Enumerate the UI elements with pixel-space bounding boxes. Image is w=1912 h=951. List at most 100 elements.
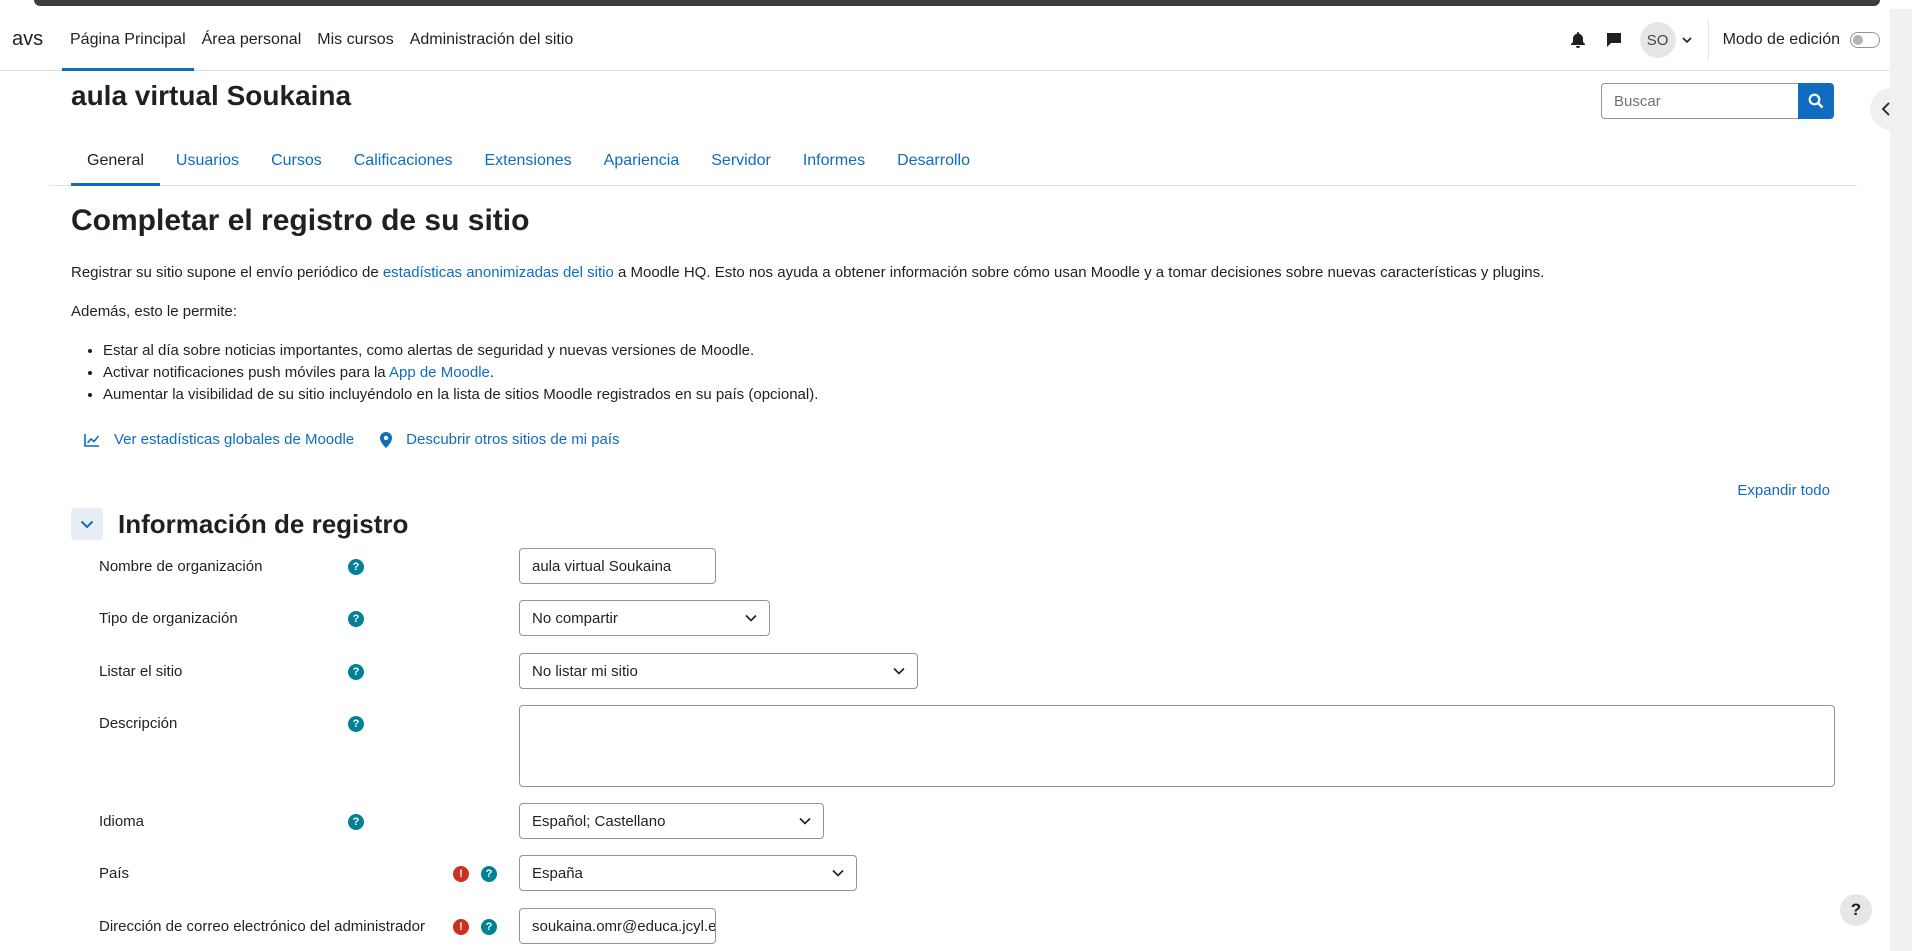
edit-mode-label: Modo de edición <box>1722 31 1840 48</box>
tab-courses[interactable]: Cursos <box>255 135 338 186</box>
chevron-left-icon <box>1882 102 1890 116</box>
organisation-type-select[interactable]: No compartir <box>519 600 770 636</box>
chevron-down-icon <box>832 869 844 877</box>
global-stats-link[interactable]: Ver estadísticas globales de Moodle <box>84 431 354 448</box>
admin-search <box>1601 83 1834 119</box>
country-label: País <box>99 865 130 882</box>
language-label: Idioma <box>99 813 145 830</box>
list-item: Aumentar la visibilidad de su sitio incl… <box>103 384 818 406</box>
help-icon[interactable]: ? <box>348 716 364 732</box>
list-site-select[interactable]: No listar mi sitio <box>519 653 918 689</box>
tab-development[interactable]: Desarrollo <box>881 135 986 186</box>
organisation-name-field[interactable]: aula virtual Soukaina <box>519 548 716 584</box>
nav-site-admin[interactable]: Administración del sitio <box>402 9 582 71</box>
allows-text: Además, esto le permite: <box>71 303 237 320</box>
tab-plugins[interactable]: Extensiones <box>468 135 587 186</box>
section-collapse-button[interactable] <box>71 508 103 540</box>
list-site-icons: ? <box>348 664 364 680</box>
secondary-navigation: General Usuarios Cursos Calificaciones E… <box>49 135 1857 186</box>
required-icon: ! <box>453 866 469 882</box>
form-row-organisation-type: Tipo de organización <box>99 610 429 627</box>
intro-paragraph: Registrar su sitio supone el envío perió… <box>71 264 1544 281</box>
edit-mode-toggle[interactable] <box>1850 32 1880 48</box>
messages-chat-icon[interactable] <box>1596 22 1632 58</box>
nav-my-courses[interactable]: Mis cursos <box>309 9 401 71</box>
discover-sites-label: Descubrir otros sitios de mi país <box>406 431 620 448</box>
chevron-down-icon <box>80 520 94 528</box>
site-brand[interactable]: avs <box>12 28 43 51</box>
admin-email-icons: !? <box>453 919 497 935</box>
description-textarea[interactable] <box>519 705 1835 787</box>
country-value: España <box>532 864 583 882</box>
chevron-down-icon <box>799 817 811 825</box>
form-row-country: País <box>99 865 429 882</box>
page-scrollbar[interactable] <box>1890 9 1912 951</box>
help-footer-button[interactable]: ? <box>1840 894 1872 926</box>
list-site-label: Listar el sitio <box>99 663 183 680</box>
search-input[interactable] <box>1601 83 1798 119</box>
tab-reports[interactable]: Informes <box>787 135 881 186</box>
help-icon[interactable]: ? <box>348 664 364 680</box>
benefit-text-after: . <box>489 364 495 381</box>
nav-dashboard[interactable]: Área personal <box>194 9 310 71</box>
browser-top-strip <box>0 0 1912 9</box>
language-value: Español; Castellano <box>532 812 666 830</box>
list-item: Estar al día sobre noticias importantes,… <box>103 340 818 362</box>
chevron-down-icon <box>893 667 905 675</box>
intro-text-after: a Moodle HQ. Esto nos ayuda a obtener in… <box>613 264 1545 281</box>
form-row-description: Descripción <box>99 715 429 732</box>
search-button[interactable] <box>1798 83 1834 119</box>
tab-general[interactable]: General <box>71 135 160 186</box>
notifications-bell-icon[interactable] <box>1560 22 1596 58</box>
organisation-type-label: Tipo de organización <box>99 610 238 627</box>
page-heading: Completar el registro de su sitio <box>71 204 530 237</box>
help-icon[interactable]: ? <box>348 814 364 830</box>
nav-home[interactable]: Página Principal <box>62 9 194 71</box>
help-icon[interactable]: ? <box>481 919 497 935</box>
description-icons: ? <box>348 716 364 732</box>
description-label: Descripción <box>99 715 178 732</box>
language-select[interactable]: Español; Castellano <box>519 803 824 839</box>
list-item: Activar notificaciones push móviles para… <box>103 362 818 384</box>
tab-server[interactable]: Servidor <box>695 135 787 186</box>
primary-navigation: Página Principal Área personal Mis curso… <box>62 9 581 71</box>
help-icon[interactable]: ? <box>348 611 364 627</box>
benefits-list: Estar al día sobre noticias importantes,… <box>103 340 818 406</box>
line-chart-icon <box>84 433 100 447</box>
chevron-down-icon <box>745 614 757 622</box>
search-icon <box>1808 93 1824 109</box>
discover-sites-link[interactable]: Descubrir otros sitios de mi país <box>380 431 620 448</box>
help-icon[interactable]: ? <box>481 866 497 882</box>
organisation-name-icons: ? <box>348 559 364 575</box>
organisation-type-value: No compartir <box>532 609 618 627</box>
anonymized-stats-link[interactable]: estadísticas anonimizadas del sitio <box>383 264 614 281</box>
moodle-app-link[interactable]: App de Moodle <box>389 364 490 381</box>
form-row-admin-email: Dirección de correo electrónico del admi… <box>99 918 479 935</box>
language-icons: ? <box>348 814 364 830</box>
browser-chrome-bar <box>34 0 1880 6</box>
admin-email-label: Dirección de correo electrónico del admi… <box>99 918 425 935</box>
admin-email-field[interactable]: soukaina.omr@educa.jcyl.es <box>519 908 716 944</box>
benefit-text-before: Activar notificaciones push móviles para… <box>103 364 389 381</box>
tab-grades[interactable]: Calificaciones <box>338 135 469 186</box>
help-icon[interactable]: ? <box>348 559 364 575</box>
user-menu-chevron-down-icon[interactable] <box>1682 36 1692 44</box>
open-block-drawer-button[interactable] <box>1870 88 1912 130</box>
form-row-list-site: Listar el sitio <box>99 663 429 680</box>
expand-all-link[interactable]: Expandir todo <box>1737 482 1830 499</box>
required-icon: ! <box>453 919 469 935</box>
organisation-name-label: Nombre de organización <box>99 558 263 575</box>
form-row-organisation-name: Nombre de organización <box>99 558 429 575</box>
top-navbar: avs Página Principal Área personal Mis c… <box>0 9 1890 71</box>
map-marker-icon <box>380 431 393 448</box>
country-select[interactable]: España <box>519 855 857 891</box>
site-title: aula virtual Soukaina <box>71 80 352 111</box>
registration-section-header: Información de registro <box>71 508 408 540</box>
navbar-right: SO Modo de edición <box>1560 9 1890 71</box>
tab-users[interactable]: Usuarios <box>160 135 255 186</box>
user-avatar[interactable]: SO <box>1639 22 1676 58</box>
tab-appearance[interactable]: Apariencia <box>588 135 696 186</box>
intro-text-before: Registrar su sitio supone el envío perió… <box>71 264 383 281</box>
organisation-type-icons: ? <box>348 611 364 627</box>
global-stats-label: Ver estadísticas globales de Moodle <box>114 431 355 448</box>
